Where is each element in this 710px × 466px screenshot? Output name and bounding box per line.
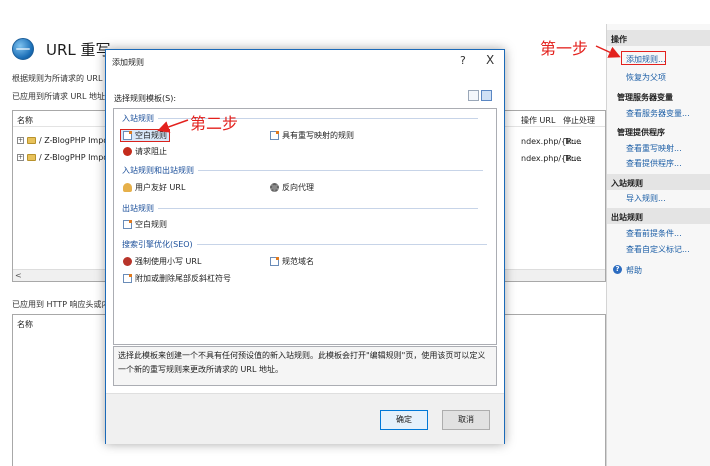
page-header: URL 重写 [12,38,111,60]
template-label: 反向代理 [282,183,314,192]
template-trailing-slash[interactable]: 附加或删除尾部反斜杠符号 [123,273,231,284]
view-custom-tags-link[interactable]: 查看自定义标记... [626,244,690,255]
template-label: 请求阻止 [135,147,167,156]
template-label: 空白规则 [135,220,167,229]
blank-rule-icon [123,220,132,229]
group-outbound-rules: 出站规则 [122,203,478,214]
template-request-blocking[interactable]: 请求阻止 [123,146,167,157]
rule-name: / Z-BlogPHP Impor [39,136,112,145]
template-user-friendly-url[interactable]: 用户友好 URL [123,182,185,193]
template-enforce-lowercase-url[interactable]: 强制使用小写 URL [123,256,201,267]
dialog-close-button[interactable]: X [486,53,494,67]
block-icon [123,147,132,156]
template-blank-rule-outbound[interactable]: 空白规则 [123,219,167,230]
add-rule-dialog: 添加规则 ? X 选择规则模板(S): 入站规则 空白规则 具有重写映射的规则 … [105,49,505,444]
group-label: 入站规则和出站规则 [122,166,194,175]
template-label: 用户友好 URL [135,183,186,192]
group-inbound-rules: 入站规则 [122,113,478,124]
group-seo: 搜索引擎优化(SEO) [122,239,487,250]
step1-annotation: 第一步 [540,39,589,58]
page-title: URL 重写 [46,40,111,59]
dialog-title: 添加规则 [112,58,144,67]
template-blank-rule-inbound[interactable]: 空白规则 [120,129,170,142]
revert-to-parent-link[interactable]: 恢复为父项 [626,72,666,83]
canonical-domain-icon [270,257,279,266]
manage-providers-heading: 管理提供程序 [617,128,665,137]
group-label: 搜索引擎优化(SEO) [122,240,193,249]
detail-view-icon[interactable] [481,90,492,101]
folder-icon [27,154,36,161]
template-label: 空白规则 [135,131,167,140]
group-divider [158,208,478,209]
trailing-slash-icon [123,274,132,283]
actions-pane: 操作 添加规则... 恢复为父项 管理服务器变量 查看服务器变量... 管理提供… [606,24,710,466]
blank-rule-icon [123,131,132,140]
template-label: 强制使用小写 URL [135,257,202,266]
window-top-bar [0,0,710,24]
table-row[interactable]: + / Z-BlogPHP Impor [17,136,111,145]
http-section-label: 已应用到 HTTP 响应头或内容 [12,300,118,309]
reverse-proxy-icon [270,183,279,192]
import-rules-link[interactable]: 导入规则... [626,193,666,204]
template-label: 具有重写映射的规则 [282,131,354,140]
template-canonical-domain[interactable]: 规范域名 [270,256,314,267]
scroll-left-icon[interactable]: < [15,271,22,280]
expand-icon[interactable]: + [17,137,24,144]
view-server-variables-link[interactable]: 查看服务器变量... [626,108,690,119]
page-subdescription: 已应用到所请求 URL 地址的 [12,92,113,101]
view-toggle [468,90,492,101]
folder-icon [27,137,36,144]
list-view-icon[interactable] [468,90,479,101]
step1-highlight-box [621,51,666,65]
group-divider [198,170,483,171]
lowercase-url-icon [123,257,132,266]
view-rewrite-maps-link[interactable]: 查看重写映射... [626,143,682,154]
globe-icon [12,38,34,60]
column-stop-processing[interactable]: 停止处理 [563,115,595,126]
template-label: 规范域名 [282,257,314,266]
actions-header: 操作 [607,30,710,46]
outbound-rules-section: 出站规则 [607,208,710,224]
step2-annotation: 第二步 [190,114,239,133]
template-label: 附加或删除尾部反斜杠符号 [135,274,231,283]
template-rule-with-rewrite-map[interactable]: 具有重写映射的规则 [270,130,354,141]
template-reverse-proxy[interactable]: 反向代理 [270,182,314,193]
group-inbound-outbound-rules: 入站规则和出站规则 [122,165,483,176]
expand-icon[interactable]: + [17,154,24,161]
select-template-label: 选择规则模板(S): [114,94,177,103]
rule-stop: True [564,137,581,146]
template-list: 入站规则 空白规则 具有重写映射的规则 请求阻止 入站规则和出站规则 用户友好 … [113,108,497,345]
help-link[interactable]: 帮助 [626,265,642,276]
cancel-button[interactable]: 取消 [442,410,490,430]
group-label: 出站规则 [122,204,154,213]
column-name[interactable]: 名称 [17,115,33,126]
template-description: 选择此模板来创建一个不具有任何预设值的新入站规则。此模板会打开"编辑规则"页，使… [113,346,497,386]
dialog-help-button[interactable]: ? [460,54,466,67]
user-friendly-url-icon [123,183,132,192]
rewrite-map-icon [270,131,279,140]
rule-stop: True [564,154,581,163]
table-row[interactable]: + / Z-BlogPHP Impor [17,153,111,162]
view-providers-link[interactable]: 查看提供程序... [626,158,682,169]
group-divider [196,244,487,245]
view-preconditions-link[interactable]: 查看前提条件... [626,228,682,239]
inbound-rules-section: 入站规则 [607,174,710,190]
column-name[interactable]: 名称 [17,319,33,330]
ok-button[interactable]: 确定 [380,410,428,430]
rule-name: / Z-BlogPHP Impor [39,153,112,162]
help-icon[interactable]: ? [613,265,622,274]
column-action-url[interactable]: 操作 URL [521,115,555,126]
manage-server-variables-heading: 管理服务器变量 [617,93,673,102]
group-label: 入站规则 [122,114,154,123]
